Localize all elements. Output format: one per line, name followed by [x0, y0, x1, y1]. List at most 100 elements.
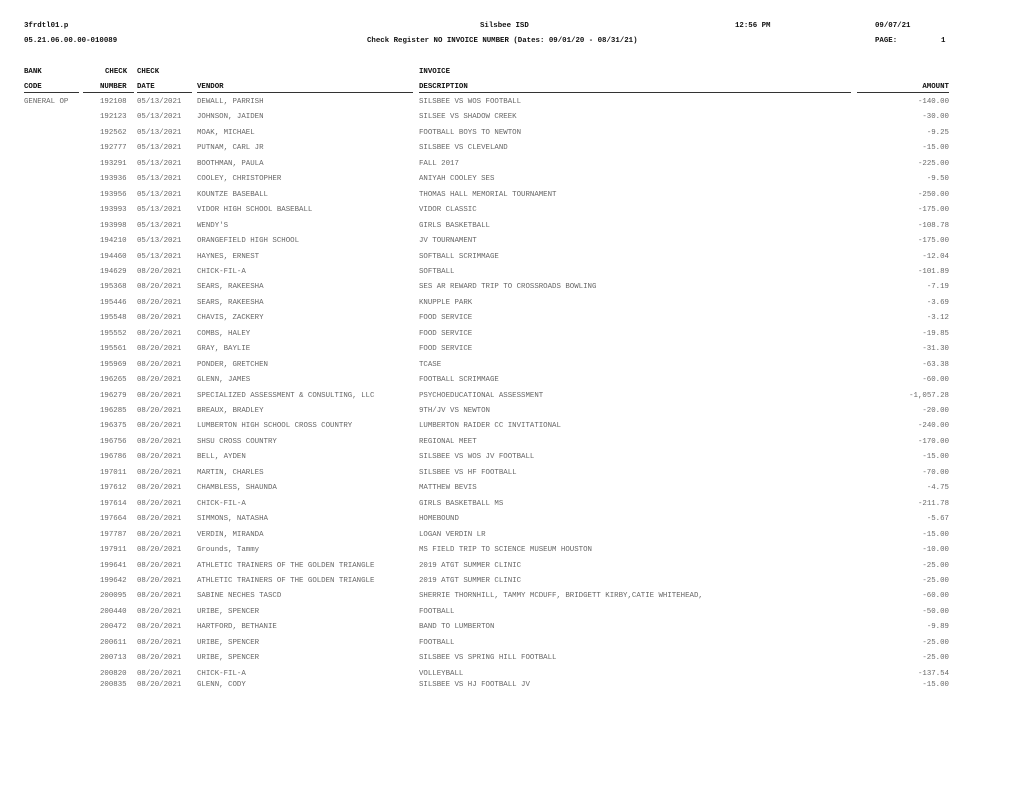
- description-cell: GIRLS BASKETBALL MS: [419, 499, 504, 508]
- check-number-cell: 200713: [100, 654, 127, 663]
- report-id: 05.21.06.00.00-010089: [24, 37, 118, 45]
- description-cell: SILSBEE VS WOS FOOTBALL: [419, 98, 522, 106]
- amount-cell: -9.25: [926, 128, 949, 137]
- amount-cell: -108.78: [917, 221, 949, 230]
- col-check-date: DATE: [137, 83, 155, 91]
- description-cell: THOMAS HALL MEMORIAL TOURNAMENT: [419, 190, 557, 199]
- check-date-cell: 08/20/2021: [137, 499, 182, 508]
- table-row: 199642 08/20/2021 ATHLETIC TRAINERS OF THE…: [0, 577, 1020, 589]
- table-row: 200835 08/20/2021 GLENN, CODY SILSBEE VS HJ…: [0, 681, 1020, 693]
- vendor-cell: CHAVIS, ZACKERY: [197, 314, 264, 323]
- amount-cell: -250.00: [917, 190, 949, 199]
- check-date-cell: 05/13/2021: [137, 221, 182, 230]
- amount-cell: -240.00: [917, 422, 949, 431]
- vendor-cell: SIMMONS, NATASHA: [197, 515, 268, 524]
- table-row: 195548 08/20/2021 CHAVIS, ZACKERY FOOD SERV…: [0, 314, 1020, 326]
- description-cell: MATTHEW BEVIS: [419, 484, 477, 493]
- table-row: 199641 08/20/2021 ATHLETIC TRAINERS OF THE…: [0, 562, 1020, 574]
- vendor-cell: URIBE, SPENCER: [197, 654, 260, 663]
- description-cell: 2019 ATGT SUMMER CLINIC: [419, 576, 522, 585]
- check-number-cell: 193291: [100, 159, 127, 168]
- description-cell: FOOD SERVICE: [419, 314, 473, 323]
- check-date-cell: 08/20/2021: [137, 437, 182, 446]
- check-date-cell: 05/13/2021: [137, 190, 182, 199]
- vendor-cell: VIDOR HIGH SCHOOL BASEBALL: [197, 206, 313, 215]
- vendor-cell: HAYNES, ERNEST: [197, 252, 260, 261]
- table-row: 196285 08/20/2021 BREAUX, BRADLEY 9TH/JV VS…: [0, 407, 1020, 419]
- table-row: 196279 08/20/2021 SPECIALIZED ASSESSMENT &…: [0, 392, 1020, 404]
- vendor-cell: BELL, AYDEN: [197, 453, 246, 462]
- amount-cell: -19.85: [922, 329, 949, 338]
- table-row: 194210 05/13/2021 ORANGEFIELD HIGH SCHOOL J…: [0, 237, 1020, 249]
- check-number-cell: 193993: [100, 206, 127, 215]
- underline-description: [419, 92, 851, 93]
- table-row: 195561 08/20/2021 GRAY, BAYLIE FOOD SERVICE…: [0, 345, 1020, 357]
- table-row: 193993 05/13/2021 VIDOR HIGH SCHOOL BASEBA…: [0, 206, 1020, 218]
- table-row: GENERAL OP 192108 05/13/2021 DEWALL, PARRIS…: [0, 98, 1020, 110]
- table-row: 192123 05/13/2021 JOHNSON, JAIDEN SILSEE VS…: [0, 113, 1020, 125]
- amount-cell: -1,057.28: [909, 391, 949, 400]
- description-cell: LOGAN VERDIN LR: [419, 530, 486, 539]
- check-number-cell: 196756: [100, 437, 127, 446]
- table-row: 200095 08/20/2021 SABINE NECHES TASCD SHERR…: [0, 592, 1020, 604]
- amount-cell: -70.00: [922, 468, 949, 477]
- table-row: 197664 08/20/2021 SIMMONS, NATASHA HOMEBOUN…: [0, 515, 1020, 527]
- amount-cell: -25.00: [922, 561, 949, 570]
- table-row: 193936 05/13/2021 COOLEY, CHRISTOPHER ANIYA…: [0, 175, 1020, 187]
- col-invoice-description: DESCRIPTION: [419, 83, 468, 91]
- check-number-cell: 195552: [100, 329, 127, 338]
- vendor-cell: KOUNTZE BASEBALL: [197, 190, 268, 199]
- check-date-cell: 08/20/2021: [137, 623, 182, 632]
- check-number-cell: 197614: [100, 499, 127, 508]
- vendor-cell: GLENN, JAMES: [197, 376, 251, 385]
- vendor-cell: CHICK-FIL-A: [197, 499, 246, 508]
- check-number-cell: 196279: [100, 391, 127, 400]
- check-date-cell: 05/13/2021: [137, 98, 182, 106]
- check-number-cell: 197911: [100, 546, 127, 555]
- col-check-number-top: CHECK: [105, 68, 128, 76]
- vendor-cell: PUTNAM, CARL JR: [197, 144, 264, 153]
- table-row: 193956 05/13/2021 KOUNTZE BASEBALL THOMAS H…: [0, 191, 1020, 203]
- table-row: 196756 08/20/2021 SHSU CROSS COUNTRY REGION…: [0, 438, 1020, 450]
- vendor-cell: URIBE, SPENCER: [197, 638, 260, 647]
- table-row: 196265 08/20/2021 GLENN, JAMES FOOTBALL SCR…: [0, 376, 1020, 388]
- vendor-cell: SABINE NECHES TASCD: [197, 592, 282, 601]
- underline-number: [83, 92, 134, 93]
- amount-cell: -170.00: [917, 437, 949, 446]
- check-number-cell: 194460: [100, 252, 127, 261]
- vendor-cell: MOAK, MICHAEL: [197, 128, 255, 137]
- table-row: 192562 05/13/2021 MOAK, MICHAEL FOOTBALL BO…: [0, 129, 1020, 141]
- description-cell: LUMBERTON RAIDER CC INVITATIONAL: [419, 422, 561, 431]
- description-cell: SOFTBALL SCRIMMAGE: [419, 252, 499, 261]
- vendor-cell: BREAUX, BRADLEY: [197, 407, 264, 415]
- check-date-cell: 08/20/2021: [137, 484, 182, 493]
- check-date-cell: 08/20/2021: [137, 576, 182, 585]
- amount-cell: -137.54: [917, 669, 949, 678]
- check-date-cell: 05/13/2021: [137, 175, 182, 184]
- check-number-cell: 192108: [100, 98, 127, 106]
- check-number-cell: 192777: [100, 144, 127, 153]
- description-cell: FOOD SERVICE: [419, 345, 473, 354]
- description-cell: VIDOR CLASSIC: [419, 206, 477, 215]
- description-cell: SOFTBALL: [419, 267, 455, 276]
- check-number-cell: 196265: [100, 376, 127, 385]
- description-cell: FOOD SERVICE: [419, 329, 473, 338]
- amount-cell: -20.00: [922, 407, 949, 415]
- check-date-cell: 08/20/2021: [137, 345, 182, 354]
- amount-cell: -3.12: [926, 314, 949, 323]
- amount-cell: -60.00: [922, 376, 949, 385]
- check-date-cell: 05/13/2021: [137, 159, 182, 168]
- col-amount: AMOUNT: [922, 83, 949, 91]
- check-number-cell: 195969: [100, 360, 127, 369]
- table-row: 196375 08/20/2021 LUMBERTON HIGH SCHOOL CR…: [0, 422, 1020, 434]
- col-bank-top: BANK: [24, 68, 42, 76]
- col-bank-code: CODE: [24, 83, 42, 91]
- underline-amount: [857, 92, 949, 93]
- org-name: Silsbee ISD: [480, 22, 529, 30]
- col-vendor: VENDOR: [197, 83, 224, 91]
- check-number-cell: 195446: [100, 298, 127, 307]
- check-number-cell: 200820: [100, 669, 127, 678]
- check-date-cell: 05/13/2021: [137, 128, 182, 137]
- vendor-cell: SEARS, RAKEESHA: [197, 298, 264, 307]
- amount-cell: -31.30: [922, 345, 949, 354]
